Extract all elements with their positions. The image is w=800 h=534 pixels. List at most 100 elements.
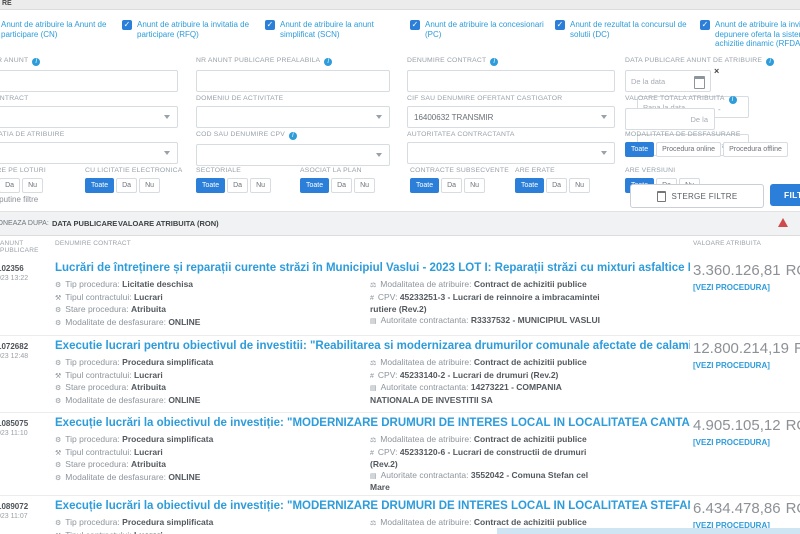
toggle-option-nu[interactable]: Nu xyxy=(569,178,590,193)
nr-anunt-input[interactable] xyxy=(0,70,178,92)
toggle-option-nu[interactable]: Nu xyxy=(250,178,271,193)
toggle-option-da[interactable]: Da xyxy=(227,178,248,193)
toggle-option-procedura-offline[interactable]: Procedura offline xyxy=(723,142,788,157)
checkbox-checked-icon[interactable] xyxy=(122,20,132,30)
field-label: NR ANUNT PUBLICARE PREALABILA xyxy=(196,57,390,66)
contract-title-link[interactable]: Execuție lucrări la obiectivul de invest… xyxy=(55,417,690,429)
notice-type-rfda[interactable]: Anunt de atribuire la invitatia de depun… xyxy=(700,20,800,49)
scale-icon xyxy=(370,520,376,527)
gear-icon xyxy=(55,360,61,367)
checkbox-checked-icon[interactable] xyxy=(555,20,565,30)
info-icon xyxy=(766,58,774,66)
domeniu-activitate-select[interactable] xyxy=(196,106,390,128)
tip-contract-select[interactable] xyxy=(0,106,178,128)
clear-date-icon[interactable] xyxy=(714,66,719,76)
sort-by-date[interactable]: DATA PUBLICARE xyxy=(52,219,117,228)
toggle-option-procedura-online[interactable]: Procedura online xyxy=(656,142,721,157)
cpv-icon xyxy=(370,373,374,380)
scale-icon xyxy=(370,437,376,444)
toggle-option-toate[interactable]: Toate xyxy=(410,178,439,193)
toggle-option-da[interactable]: Da xyxy=(546,178,567,193)
checkbox-checked-icon[interactable] xyxy=(700,20,710,30)
notice-id: 1089072 xyxy=(0,502,49,511)
notice-type-rfq[interactable]: Anunt de atribuire la invitatia de parti… xyxy=(122,20,258,39)
vezi-procedura-link[interactable]: [VEZI PROCEDURA] xyxy=(693,438,800,447)
awarded-value: 6.434.478,86RON xyxy=(693,500,800,517)
notice-id-cell: 1072682 023 12:48 xyxy=(0,342,49,360)
awarded-value: 3.360.126,81RON xyxy=(693,262,800,279)
sort-bar: ORDONEAZA DUPA: DATA PUBLICARE VALOARE A… xyxy=(0,211,800,236)
calendar-icon[interactable] xyxy=(694,76,705,89)
trash-icon xyxy=(657,191,666,202)
situatia-atribuire-select[interactable] xyxy=(0,142,178,164)
notice-type-label: Anunt de atribuire la concesionari (PC) xyxy=(425,20,546,39)
field-label: SITUATIA DE ATRIBUIRE xyxy=(0,131,178,138)
toggle-option-nu[interactable]: Nu xyxy=(22,178,43,193)
gear-icon xyxy=(55,437,61,444)
notice-id-cell: 102356 023 13:22 xyxy=(0,264,49,282)
column-header-contract: DENUMIRE CONTRACT xyxy=(55,240,131,247)
vezi-procedura-link[interactable]: [VEZI PROCEDURA] xyxy=(693,361,800,370)
results-table-header: ANUNT PUBLICARE DENUMIRE CONTRACT VALOAR… xyxy=(0,238,800,258)
toggle-option-toate[interactable]: Toate xyxy=(625,142,654,157)
filtreaza-button[interactable]: FILTREAZA xyxy=(770,184,800,206)
toggle-option-toate[interactable]: Toate xyxy=(85,178,114,193)
toggle-option-toate[interactable]: Toate xyxy=(515,178,544,193)
toggle-option-da[interactable]: Da xyxy=(116,178,137,193)
scale-icon xyxy=(370,282,376,289)
date-from-input[interactable]: De la data xyxy=(625,70,711,92)
page-top-strip: RE xyxy=(0,0,800,10)
gear-icon xyxy=(55,307,61,314)
contract-title-link[interactable]: Lucrări de întreținere și reparații cure… xyxy=(55,262,690,274)
cod-cpv-select[interactable] xyxy=(196,144,390,166)
contract-type-icon xyxy=(55,295,61,302)
result-row: 1072682 023 12:48 Executie lucrari pentr… xyxy=(0,336,800,413)
toggle-option-nu[interactable]: Nu xyxy=(139,178,160,193)
info-icon xyxy=(289,132,297,140)
authority-icon xyxy=(370,385,377,392)
toggle-option-toate[interactable]: Toate xyxy=(196,178,225,193)
toggle-option-toate[interactable]: Toate xyxy=(300,178,329,193)
gear-icon xyxy=(55,320,61,327)
notice-type-scn[interactable]: Anunt de atribuire la anunt simplificat … xyxy=(265,20,401,39)
autoritatea-contractanta-select[interactable] xyxy=(407,142,615,164)
notice-type-pc[interactable]: Anunt de atribuire la concesionari (PC) xyxy=(410,20,546,39)
warning-icon[interactable] xyxy=(778,218,788,227)
chevron-down-icon xyxy=(164,115,170,119)
checkbox-checked-icon[interactable] xyxy=(265,20,275,30)
procurement-award-search-page: RE Anunt de atribuire la Anunt de partic… xyxy=(0,0,800,534)
nr-anunt-publicare-input[interactable] xyxy=(196,70,390,92)
toggle-option-da[interactable]: Da xyxy=(331,178,352,193)
checkbox-checked-icon[interactable] xyxy=(410,20,420,30)
modalitatea-desfasurare-toggle: Toate Procedura online Procedura offline xyxy=(625,142,800,157)
sort-by-value[interactable]: VALOARE ATRIBUITA (RON) xyxy=(118,219,219,228)
info-icon xyxy=(729,96,737,104)
contract-title-link[interactable]: Execuție lucrări la obiectivul de invest… xyxy=(55,500,690,512)
contract-title-link[interactable]: Executie lucrari pentru obiectivul de in… xyxy=(55,340,690,352)
toggle-option-da[interactable]: Da xyxy=(0,178,20,193)
gear-icon xyxy=(55,398,61,405)
publish-date: 023 11:10 xyxy=(0,430,49,437)
notice-type-dc[interactable]: Anunt de rezultat la concursul de soluti… xyxy=(555,20,695,39)
gear-icon xyxy=(55,520,61,527)
toggle-option-da[interactable]: Da xyxy=(441,178,462,193)
cif-ofertant-select[interactable]: 16400632 TRANSMIR xyxy=(407,106,615,128)
less-filters-link[interactable]: Mai putine filtre xyxy=(0,195,38,204)
awarded-value: 12.800.214,19RON xyxy=(693,340,800,357)
info-icon xyxy=(490,58,498,66)
toggle-cu-licitatie-electronica: CU LICITATIE ELECTRONICA Toate Da Nu xyxy=(85,167,182,193)
toggle-option-nu[interactable]: Nu xyxy=(354,178,375,193)
page-title-fragment: RE xyxy=(2,0,12,7)
bottom-partial-element xyxy=(497,528,800,534)
notice-type-cn[interactable]: Anunt de atribuire la Anunt de participa… xyxy=(0,20,120,39)
notice-type-label: Anunt de atribuire la invitatia de parti… xyxy=(137,20,258,39)
sterge-filtre-button[interactable]: STERGE FILTRE xyxy=(630,184,764,208)
chevron-down-icon xyxy=(376,153,382,157)
toggle-option-nu[interactable]: Nu xyxy=(464,178,485,193)
field-label: CU LICITATIE ELECTRONICA xyxy=(85,167,182,174)
denumire-contract-input[interactable] xyxy=(407,70,615,92)
valoare-from-input[interactable]: De la xyxy=(625,108,715,130)
field-label: CIF SAU DENUMIRE OFERTANT CASTIGATOR xyxy=(407,95,615,102)
authority-icon xyxy=(370,318,377,325)
vezi-procedura-link[interactable]: [VEZI PROCEDURA] xyxy=(693,283,800,292)
